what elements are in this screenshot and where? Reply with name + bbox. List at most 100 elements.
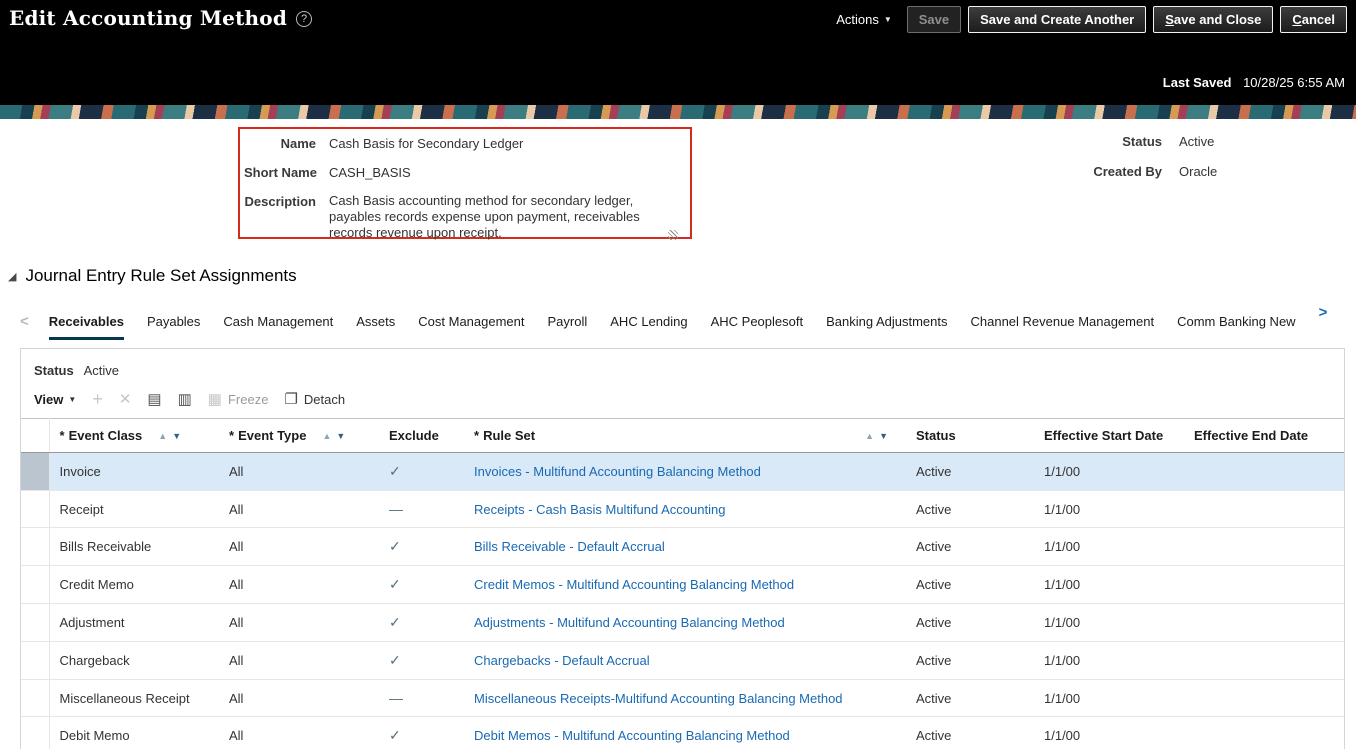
row-selector[interactable] <box>21 679 50 717</box>
help-icon[interactable]: ? <box>296 11 313 27</box>
view-menu[interactable]: View ▼ <box>34 392 76 407</box>
panel-status-label: Status <box>34 363 74 378</box>
rule-set-table: * Event Class ▲ ▼ * Event Type ▲ ▼ Exclude * Ru… <box>21 418 1344 749</box>
sort-ascending-icon[interactable]: ▲ <box>865 431 874 441</box>
page-header: Edit Accounting Method ? Actions ▼ Save … <box>0 0 1356 105</box>
row-selector-header <box>21 418 50 453</box>
row-selector[interactable] <box>21 641 50 680</box>
exclude-checkmark[interactable]: — <box>389 690 403 706</box>
name-label: Name <box>280 136 316 151</box>
description-field[interactable]: Cash Basis accounting method for seconda… <box>329 193 681 241</box>
resize-handle-icon[interactable] <box>668 230 678 240</box>
exclude-checkmark[interactable]: ✓ <box>389 538 401 554</box>
detach-icon: ❐ <box>284 390 298 408</box>
sort-ascending-icon[interactable]: ▲ <box>158 431 167 441</box>
freeze-label: Freeze <box>227 391 269 407</box>
column-header-effective-end-date[interactable]: Effective End Date <box>1184 418 1344 453</box>
description-label: Description <box>244 194 316 209</box>
tab-cost-management[interactable]: Cost Management <box>418 306 524 340</box>
tab-banking-adjustments[interactable]: Banking Adjustments <box>826 306 947 340</box>
section-title: Journal Entry Rule Set Assignments <box>25 266 297 285</box>
short-name-field: CASH_BASIS <box>329 165 411 180</box>
row-selector[interactable] <box>21 603 50 642</box>
table-row[interactable]: Credit Memo All ✓ Credit Memos - Multifu… <box>21 565 1344 604</box>
detach-label: Detach <box>303 391 346 407</box>
ledger-tab-bar: < Receivables Payables Cash Management A… <box>0 292 1356 340</box>
last-saved: Last Saved 10/28/25 6:55 AM <box>1163 75 1345 90</box>
rule-set-link[interactable]: Chargebacks - Default Accrual <box>474 653 650 668</box>
required-asterisk: * <box>229 428 235 443</box>
exclude-checkmark[interactable]: — <box>389 501 403 517</box>
column-header-exclude[interactable]: Exclude <box>379 418 464 453</box>
rule-set-link[interactable]: Invoices - Multifund Accounting Balancin… <box>474 464 761 479</box>
exclude-checkmark[interactable]: ✓ <box>389 463 401 479</box>
sort-descending-icon[interactable]: ▼ <box>172 431 181 441</box>
receivables-panel: Status Active View ▼ + ✕ ▤ ▥ ▦ Freeze ❐ … <box>20 348 1345 749</box>
chevron-down-icon: ▼ <box>68 394 77 404</box>
sort-descending-icon[interactable]: ▼ <box>336 431 345 441</box>
table-row[interactable]: Chargeback All ✓ Chargebacks - Default A… <box>21 641 1344 680</box>
exclude-checkmark[interactable]: ✓ <box>389 614 401 630</box>
rule-set-link[interactable]: Credit Memos - Multifund Accounting Bala… <box>474 577 794 592</box>
tab-cash-management[interactable]: Cash Management <box>223 306 333 340</box>
save-and-close-button[interactable]: Save and Close <box>1153 6 1274 33</box>
collapse-triangle-icon[interactable]: ◢ <box>8 270 16 283</box>
export-to-excel-icon[interactable]: ▤ <box>147 392 161 407</box>
created-by-value: Oracle <box>1179 164 1218 179</box>
column-header-event-class[interactable]: * Event Class ▲ ▼ <box>49 418 219 453</box>
add-row-icon: + <box>92 389 103 409</box>
tab-receivables[interactable]: Receivables <box>48 306 124 340</box>
rule-set-link[interactable]: Receipts - Cash Basis Multifund Accounti… <box>474 502 725 517</box>
row-selector[interactable] <box>21 565 50 604</box>
tab-ahc-peoplesoft[interactable]: AHC Peoplesoft <box>711 306 804 340</box>
row-selector[interactable] <box>21 716 50 749</box>
tab-payables[interactable]: Payables <box>147 306 200 340</box>
edit-accounting-method-page: Edit Accounting Method ? Actions ▼ Save … <box>0 0 1356 749</box>
sort-descending-icon[interactable]: ▼ <box>879 431 888 441</box>
rule-set-link[interactable]: Bills Receivable - Default Accrual <box>474 539 665 554</box>
rule-set-link[interactable]: Debit Memos - Multifund Accounting Balan… <box>474 728 790 743</box>
scroll-tabs-right-icon[interactable]: > <box>1319 298 1332 331</box>
rule-set-link[interactable]: Miscellaneous Receipts-Multifund Account… <box>474 691 843 706</box>
tab-assets[interactable]: Assets <box>356 306 395 340</box>
column-header-rule-set[interactable]: * Rule Set ▲ ▼ <box>464 418 906 453</box>
table-row[interactable]: Debit Memo All ✓ Debit Memos - Multifund… <box>21 716 1344 749</box>
table-row[interactable]: Bills Receivable All ✓ Bills Receivable … <box>21 527 1344 566</box>
last-saved-label: Last Saved <box>1162 75 1232 90</box>
table-toolbar: View ▼ + ✕ ▤ ▥ ▦ Freeze ❐ Detach <box>21 378 1344 418</box>
tab-channel-revenue-management[interactable]: Channel Revenue Management <box>971 306 1155 340</box>
actions-menu[interactable]: Actions ▼ <box>836 12 892 27</box>
row-selector[interactable] <box>21 527 50 566</box>
form-right-column: Status Active Created By Oracle <box>1040 133 1279 181</box>
rule-set-link[interactable]: Adjustments - Multifund Accounting Balan… <box>474 615 785 630</box>
table-row[interactable]: Invoice All ✓ Invoices - Multifund Accou… <box>21 452 1344 491</box>
header-actions: Actions ▼ Save Save and Create Another S… <box>836 6 1347 33</box>
detach-control[interactable]: ❐ Detach <box>284 392 345 407</box>
status-label: Status <box>1122 134 1162 149</box>
row-selector[interactable] <box>21 452 50 491</box>
exclude-checkmark[interactable]: ✓ <box>389 727 401 743</box>
scroll-tabs-left-icon: < <box>20 313 29 330</box>
annotation-box: Name Cash Basis for Secondary Ledger Sho… <box>238 127 692 241</box>
sort-ascending-icon[interactable]: ▲ <box>322 431 331 441</box>
table-row[interactable]: Receipt All — Receipts - Cash Basis Mult… <box>21 490 1344 528</box>
exclude-checkmark[interactable]: ✓ <box>389 652 401 668</box>
exclude-checkmark[interactable]: ✓ <box>389 576 401 592</box>
column-header-event-type[interactable]: * Event Type ▲ ▼ <box>219 418 379 453</box>
tab-comm-banking-new[interactable]: Comm Banking New <box>1177 306 1296 340</box>
save-and-create-another-button[interactable]: Save and Create Another <box>968 6 1147 33</box>
query-by-example-icon[interactable]: ▥ <box>178 392 192 407</box>
tab-payroll[interactable]: Payroll <box>548 306 588 340</box>
column-header-status[interactable]: Status <box>906 418 1034 453</box>
status-value: Active <box>1179 134 1215 149</box>
table-row[interactable]: Miscellaneous Receipt All — Miscellaneou… <box>21 679 1344 717</box>
short-name-label: Short Name <box>244 165 317 180</box>
row-selector[interactable] <box>21 490 50 528</box>
tab-ahc-lending[interactable]: AHC Lending <box>610 306 687 340</box>
cancel-button[interactable]: Cancel <box>1280 6 1347 33</box>
page-title: Edit Accounting Method <box>9 6 288 30</box>
table-row[interactable]: Adjustment All ✓ Adjustments - Multifund… <box>21 603 1344 642</box>
freeze-control: ▦ Freeze <box>208 392 269 407</box>
panel-status: Status Active <box>21 349 1344 378</box>
column-header-effective-start-date[interactable]: Effective Start Date <box>1034 418 1184 453</box>
